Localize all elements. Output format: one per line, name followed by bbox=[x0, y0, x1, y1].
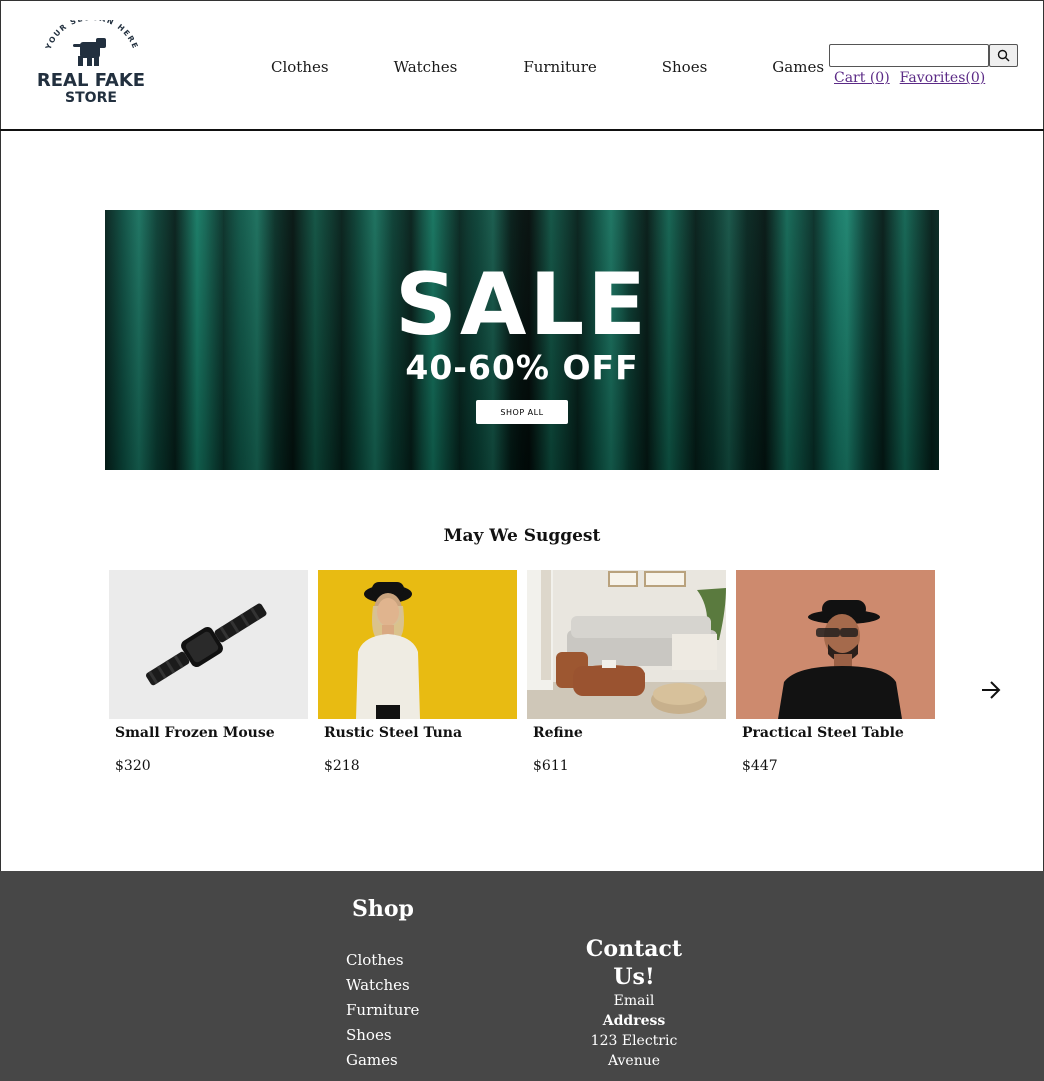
user-links: Cart (0) Favorites(0) bbox=[834, 70, 995, 86]
smartwatch-photo bbox=[109, 570, 308, 719]
carousel-next-button[interactable] bbox=[980, 680, 1002, 700]
footer-link-games[interactable]: Games bbox=[346, 1048, 419, 1073]
product-card[interactable]: Small Frozen Mouse $320 bbox=[109, 570, 308, 774]
product-card[interactable]: Rustic Steel Tuna $218 bbox=[318, 570, 517, 774]
sale-banner: SALE 40-60% OFF SHOP ALL bbox=[105, 210, 939, 470]
nav-watches[interactable]: Watches bbox=[394, 58, 458, 76]
product-image-smartwatch[interactable] bbox=[109, 570, 308, 719]
contact-address: 123 Electric Avenue bbox=[590, 1033, 678, 1069]
footer-link-clothes[interactable]: Clothes bbox=[346, 948, 419, 973]
search-icon bbox=[997, 49, 1010, 62]
product-image-living-room[interactable] bbox=[527, 570, 726, 719]
product-name[interactable]: Practical Steel Table bbox=[736, 725, 935, 741]
product-name[interactable]: Small Frozen Mouse bbox=[109, 725, 308, 741]
cart-link[interactable]: Cart (0) bbox=[834, 70, 890, 86]
banner-headline: SALE bbox=[394, 255, 650, 355]
product-image-man[interactable] bbox=[736, 570, 935, 719]
nav-games[interactable]: Games bbox=[772, 58, 824, 76]
contact-title: Contact Us! bbox=[585, 936, 683, 990]
living-room-photo bbox=[527, 570, 726, 719]
logo-name-line1: REAL FAKE bbox=[37, 70, 145, 91]
search-bar bbox=[829, 44, 1018, 67]
man-hat-sunglasses-photo bbox=[736, 570, 935, 719]
logo-name-line2: STORE bbox=[65, 90, 117, 106]
footer-link-shoes[interactable]: Shoes bbox=[346, 1023, 419, 1048]
footer-shop-title: Shop bbox=[352, 896, 414, 922]
footer-shop-links: Clothes Watches Furniture Shoes Games bbox=[346, 948, 419, 1073]
arrow-right-icon bbox=[982, 681, 1001, 699]
product-card[interactable]: Practical Steel Table $447 bbox=[736, 570, 935, 774]
footer-contact: Contact Us! Email Address 123 Electric A… bbox=[564, 935, 704, 1071]
banner-subheadline: 40-60% OFF bbox=[405, 348, 639, 387]
product-price: $320 bbox=[115, 758, 151, 774]
favorites-link[interactable]: Favorites(0) bbox=[900, 70, 986, 86]
nav-furniture[interactable]: Furniture bbox=[523, 58, 596, 76]
woman-yellow-wall-photo bbox=[318, 570, 517, 719]
product-price: $218 bbox=[324, 758, 360, 774]
product-name[interactable]: Rustic Steel Tuna bbox=[318, 725, 517, 741]
product-image-woman[interactable] bbox=[318, 570, 517, 719]
nav-shoes[interactable]: Shoes bbox=[662, 58, 708, 76]
product-name[interactable]: Refine bbox=[527, 725, 726, 741]
main-nav: Clothes Watches Furniture Shoes Games bbox=[240, 58, 824, 76]
footer-link-watches[interactable]: Watches bbox=[346, 973, 419, 998]
nav-clothes[interactable]: Clothes bbox=[271, 58, 329, 76]
logo-graphic: YOUR SLOGAN HERE REAL FAKE STORE bbox=[37, 13, 145, 106]
search-input[interactable] bbox=[829, 44, 989, 67]
search-button[interactable] bbox=[989, 44, 1018, 67]
product-price: $447 bbox=[742, 758, 778, 774]
contact-address-label: Address bbox=[602, 1013, 666, 1029]
footer-link-furniture[interactable]: Furniture bbox=[346, 998, 419, 1023]
product-card[interactable]: Refine $611 bbox=[527, 570, 726, 774]
product-price: $611 bbox=[533, 758, 569, 774]
site-header: YOUR SLOGAN HERE REAL FAKE STORE Clothes… bbox=[0, 0, 1044, 131]
contact-email-label: Email bbox=[613, 993, 655, 1009]
suggestions-title: May We Suggest bbox=[443, 526, 601, 546]
store-logo[interactable]: YOUR SLOGAN HERE REAL FAKE STORE bbox=[30, 13, 152, 110]
site-footer: Shop Clothes Watches Furniture Shoes Gam… bbox=[0, 871, 1044, 1081]
shop-all-button[interactable]: SHOP ALL bbox=[476, 400, 568, 424]
